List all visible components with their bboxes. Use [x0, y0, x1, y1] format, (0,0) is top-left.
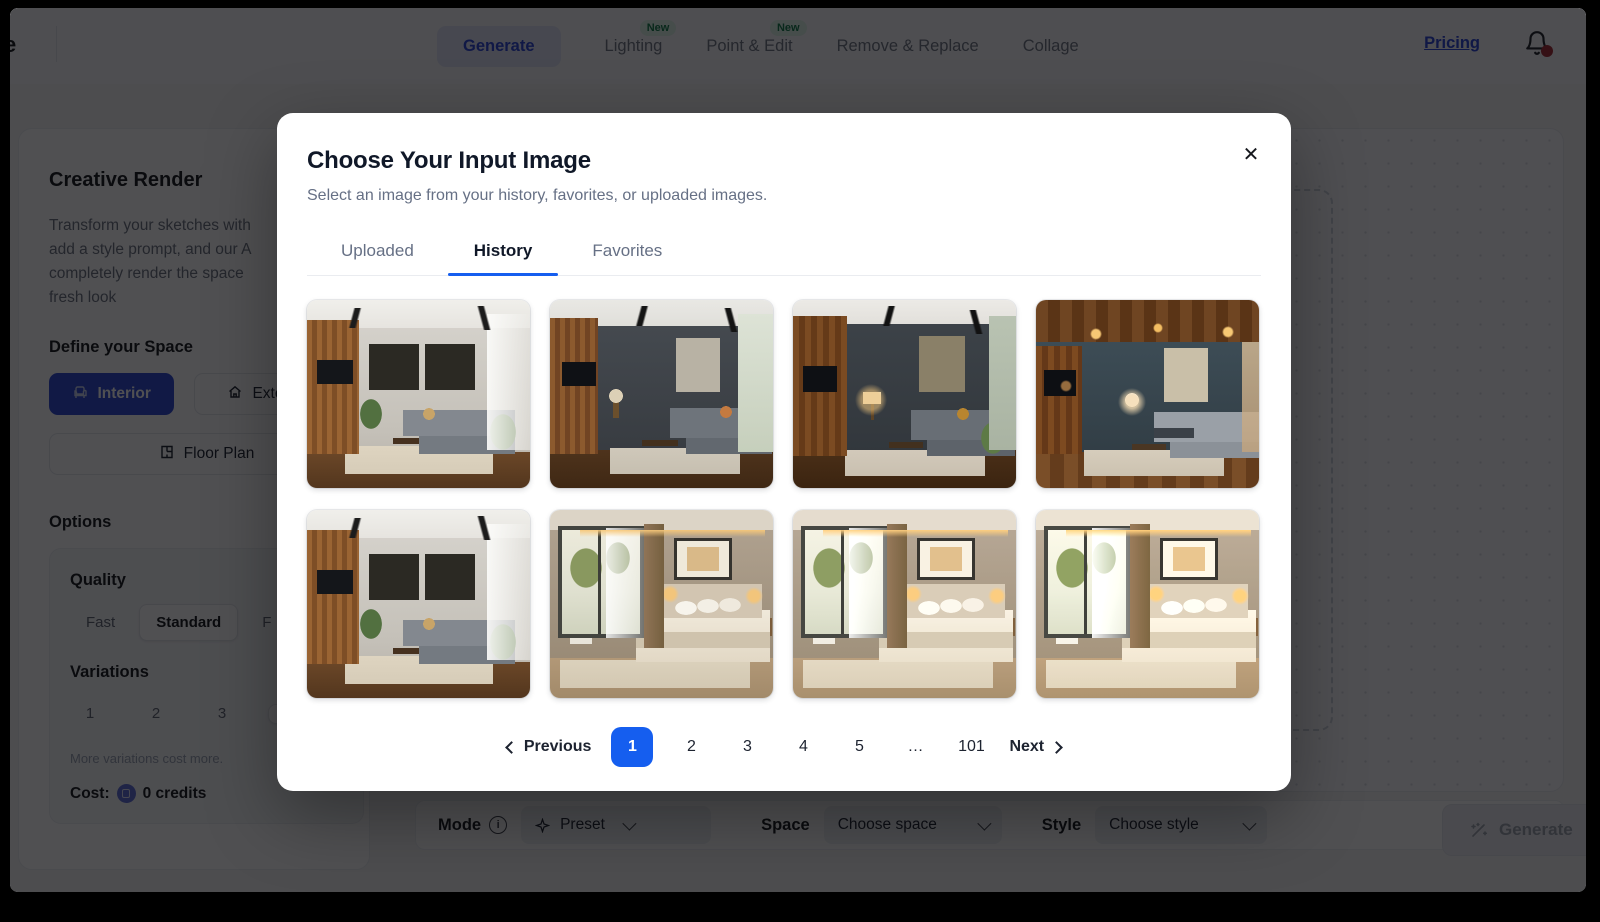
history-image-thumbnail[interactable]: [550, 300, 773, 488]
tab-uploaded[interactable]: Uploaded: [311, 229, 444, 275]
page-ellipsis: …: [897, 727, 933, 767]
app-window: e Generate LightingNew Point & EditNew R…: [10, 8, 1586, 892]
history-image-thumbnail[interactable]: [550, 510, 773, 698]
page-button-4[interactable]: 4: [785, 727, 821, 767]
history-image-thumbnail[interactable]: [793, 300, 1016, 488]
previous-page-button[interactable]: Previous: [507, 738, 592, 756]
next-page-button[interactable]: Next: [1009, 738, 1061, 756]
pagination: Previous 1 2 3 4 5 … 101 Next: [277, 727, 1291, 767]
tab-history[interactable]: History: [444, 229, 563, 275]
page-button-3[interactable]: 3: [729, 727, 765, 767]
history-image-thumbnail[interactable]: [307, 510, 530, 698]
close-icon[interactable]: ✕: [1237, 141, 1265, 169]
image-source-tabs: Uploaded History Favorites: [307, 229, 1261, 276]
history-image-thumbnail[interactable]: [1036, 510, 1259, 698]
page-button-101[interactable]: 101: [953, 727, 989, 767]
tab-favorites[interactable]: Favorites: [562, 229, 692, 275]
page-button-5[interactable]: 5: [841, 727, 877, 767]
modal-title: Choose Your Input Image: [307, 147, 1261, 175]
choose-input-image-modal: ✕ Choose Your Input Image Select an imag…: [277, 113, 1291, 791]
chevron-left-icon: [505, 741, 518, 754]
page-button-1[interactable]: 1: [611, 727, 653, 767]
history-image-thumbnail[interactable]: [793, 510, 1016, 698]
history-image-thumbnail[interactable]: [1036, 300, 1259, 488]
chevron-right-icon: [1050, 741, 1063, 754]
history-image-thumbnail[interactable]: [307, 300, 530, 488]
history-image-grid: [307, 300, 1261, 698]
page-button-2[interactable]: 2: [673, 727, 709, 767]
modal-subtitle: Select an image from your history, favor…: [307, 187, 1261, 205]
